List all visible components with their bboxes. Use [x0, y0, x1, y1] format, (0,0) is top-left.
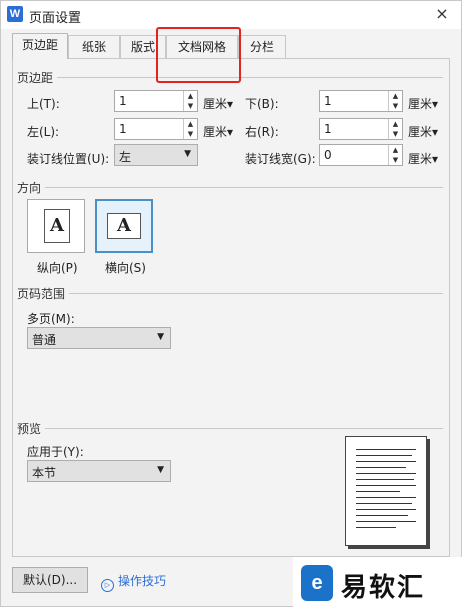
- tips-label: 操作技巧: [118, 574, 167, 588]
- multi-page-select[interactable]: 普通 ▼: [27, 327, 171, 349]
- left-margin-value: 1: [119, 122, 127, 136]
- tab-columns[interactable]: 分栏: [238, 35, 286, 59]
- left-margin-label: 左(L):: [27, 125, 60, 139]
- multi-page-label: 多页(M):: [27, 312, 75, 326]
- right-margin-input[interactable]: 1 ▲ ▼: [319, 118, 403, 140]
- right-margin-value: 1: [324, 122, 332, 136]
- right-margin-unit[interactable]: 厘米▾: [408, 123, 438, 140]
- preview-divider: [17, 428, 443, 429]
- bottom-margin-label: 下(B):: [245, 97, 279, 111]
- close-icon[interactable]: ×: [431, 3, 453, 25]
- gutter-width-input[interactable]: 0 ▲ ▼: [319, 144, 403, 166]
- top-margin-value: 1: [119, 94, 127, 108]
- bottom-margin-unit[interactable]: 厘米▾: [408, 95, 438, 112]
- page-range-section-label: 页码范围: [17, 285, 70, 302]
- left-margin-unit[interactable]: 厘米▾: [203, 123, 233, 140]
- bottom-margin-input[interactable]: 1 ▲ ▼: [319, 90, 403, 112]
- margins-section-label: 页边距: [17, 69, 58, 86]
- top-margin-input[interactable]: 1 ▲ ▼: [114, 90, 198, 112]
- top-margin-label: 上(T):: [27, 97, 60, 111]
- gutter-width-value: 0: [324, 148, 332, 162]
- play-icon: ▷: [101, 579, 114, 592]
- portrait-label: 纵向(P): [37, 261, 78, 275]
- landscape-page-icon: A: [107, 213, 141, 239]
- title-bar: W 页面设置 ×: [1, 1, 461, 29]
- gutter-position-label: 装订线位置(U):: [27, 152, 110, 166]
- wps-writer-icon: W: [7, 6, 23, 22]
- gutter-width-unit[interactable]: 厘米▾: [408, 150, 438, 167]
- gutter-position-select[interactable]: 左 ▼: [114, 144, 198, 166]
- dialog-title: 页面设置: [29, 11, 82, 26]
- portrait-button[interactable]: A: [27, 199, 85, 253]
- gutter-position-value: 左: [119, 150, 132, 164]
- apply-to-select[interactable]: 本节 ▼: [27, 460, 171, 482]
- left-margin-input[interactable]: 1 ▲ ▼: [114, 118, 198, 140]
- watermark-logo-icon: e: [301, 565, 333, 601]
- landscape-button[interactable]: A: [95, 199, 153, 253]
- page-preview: [345, 436, 427, 546]
- multi-page-value: 普通: [32, 333, 57, 347]
- left-margin-spinner[interactable]: ▲ ▼: [183, 119, 197, 139]
- orientation-section-label: 方向: [17, 179, 46, 196]
- chevron-down-icon: ▼: [184, 149, 191, 159]
- landscape-label: 横向(S): [105, 261, 146, 275]
- tab-paper[interactable]: 纸张: [68, 35, 120, 59]
- default-button[interactable]: 默认(D)...: [12, 567, 88, 593]
- gutter-width-spinner[interactable]: ▲ ▼: [388, 145, 402, 165]
- preview-section-label: 预览: [17, 420, 46, 437]
- tips-link[interactable]: ▷ 操作技巧: [101, 572, 166, 592]
- top-margin-unit[interactable]: 厘米▾: [203, 95, 233, 112]
- right-margin-label: 右(R):: [245, 125, 279, 139]
- bottom-margin-value: 1: [324, 94, 332, 108]
- chevron-down-icon: ▼: [157, 465, 164, 475]
- watermark-text: 易软汇: [341, 573, 426, 603]
- right-margin-spinner[interactable]: ▲ ▼: [388, 119, 402, 139]
- page-setup-dialog: W 页面设置 × 页边距 纸张 版式 文档网格 分栏 页边距 上(T): 1 ▲…: [0, 0, 462, 607]
- chevron-down-icon: ▼: [157, 332, 164, 342]
- tab-margins[interactable]: 页边距: [12, 33, 68, 59]
- page-range-divider: [17, 293, 443, 294]
- apply-to-label: 应用于(Y):: [27, 445, 84, 459]
- gutter-width-label: 装订线宽(G):: [245, 152, 316, 166]
- highlight-box: [156, 27, 241, 83]
- top-margin-spinner[interactable]: ▲ ▼: [183, 91, 197, 111]
- portrait-page-icon: A: [44, 209, 70, 243]
- apply-to-value: 本节: [32, 466, 57, 480]
- bottom-margin-spinner[interactable]: ▲ ▼: [388, 91, 402, 111]
- watermark: e 易软汇: [293, 557, 462, 607]
- orientation-divider: [17, 187, 443, 188]
